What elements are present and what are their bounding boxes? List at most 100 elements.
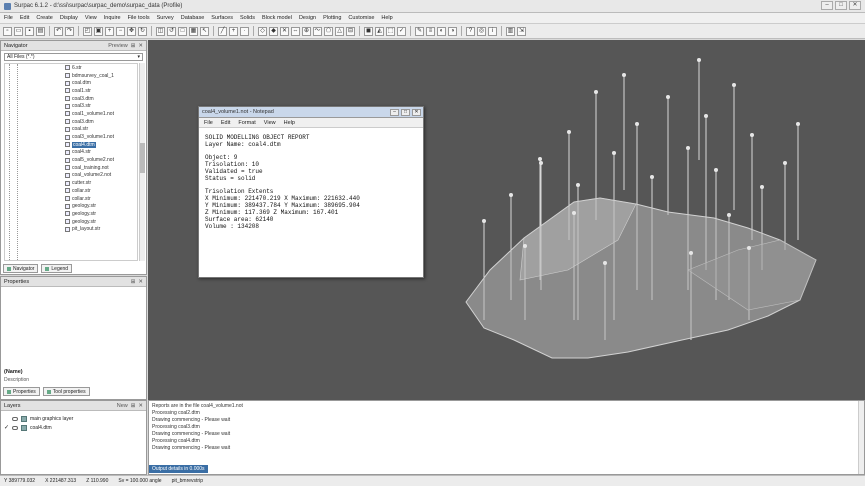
- file-item[interactable]: coal.str: [65, 126, 114, 134]
- collar-marker[interactable]: [697, 58, 701, 62]
- collar-marker[interactable]: [622, 73, 626, 77]
- tab-tool-properties[interactable]: Tool properties: [42, 387, 90, 396]
- volume-icon[interactable]: ⬚: [386, 26, 395, 36]
- file-item[interactable]: coal4.str: [65, 149, 114, 157]
- message-window[interactable]: Reports are in the file coal4_volume1.no…: [148, 400, 865, 475]
- clear-icon[interactable]: □: [178, 26, 187, 36]
- move-point-icon[interactable]: ⇔: [291, 26, 300, 36]
- collar-marker[interactable]: [704, 114, 708, 118]
- collar-marker[interactable]: [482, 219, 486, 223]
- collar-marker[interactable]: [727, 213, 731, 217]
- file-item[interactable]: pit_layout.str: [65, 225, 114, 233]
- file-item[interactable]: coal3_volume1.not: [65, 133, 114, 141]
- new-icon[interactable]: ▫: [3, 26, 12, 36]
- delete-point-icon[interactable]: ✕: [280, 26, 289, 36]
- pan-icon[interactable]: ✥: [127, 26, 136, 36]
- collar-marker[interactable]: [509, 193, 513, 197]
- collar-marker[interactable]: [538, 157, 542, 161]
- menu-plotting[interactable]: Plotting: [323, 15, 341, 21]
- file-item[interactable]: geology.str: [65, 210, 114, 218]
- file-item[interactable]: 6.str: [65, 64, 114, 72]
- close-icon[interactable]: ✕: [138, 279, 143, 285]
- report-menu-file[interactable]: File: [204, 120, 213, 126]
- close-button[interactable]: ✕: [412, 108, 421, 116]
- report-title-bar[interactable]: coal4_volume1.not - Notepad – □ ✕: [199, 107, 423, 118]
- collar-marker[interactable]: [650, 175, 654, 179]
- file-item[interactable]: coal_volume2.not: [65, 172, 114, 180]
- zoom-in-icon[interactable]: +: [105, 26, 114, 36]
- collar-marker[interactable]: [576, 183, 580, 187]
- open-icon[interactable]: ▭: [14, 26, 23, 36]
- collar-marker[interactable]: [603, 261, 607, 265]
- collar-marker[interactable]: [783, 161, 787, 165]
- scroll-thumb[interactable]: [140, 143, 145, 173]
- file-item[interactable]: coal3.dtm: [65, 95, 114, 103]
- edit-segment-icon[interactable]: ◆: [269, 26, 278, 36]
- menu-file-tools[interactable]: File tools: [128, 15, 150, 21]
- menu-create[interactable]: Create: [36, 15, 53, 21]
- file-item[interactable]: coal1_volume1.not: [65, 110, 114, 118]
- layer-row[interactable]: main graphics layer: [1, 414, 146, 423]
- collar-marker[interactable]: [567, 130, 571, 134]
- collar-marker[interactable]: [612, 151, 616, 155]
- solid-icon[interactable]: ◼: [364, 26, 373, 36]
- tab-properties[interactable]: Properties: [3, 387, 40, 396]
- menu-customise[interactable]: Customise: [348, 15, 374, 21]
- file-item[interactable]: coal1.str: [65, 87, 114, 95]
- maximize-button[interactable]: □: [401, 108, 410, 116]
- style-icon[interactable]: ≡: [426, 26, 435, 36]
- collar-marker[interactable]: [686, 146, 690, 150]
- query-icon[interactable]: ?: [466, 26, 475, 36]
- menu-inquire[interactable]: Inquire: [104, 15, 121, 21]
- color-icon[interactable]: ◐: [437, 26, 446, 36]
- collar-marker[interactable]: [689, 251, 693, 255]
- insert-point-icon[interactable]: ⊕: [302, 26, 311, 36]
- layer-checkbox[interactable]: ✓: [4, 424, 9, 431]
- zoom-out-icon[interactable]: −: [116, 26, 125, 36]
- edit-point-icon[interactable]: ◇: [258, 26, 267, 36]
- polygon-icon[interactable]: ⬠: [324, 26, 333, 36]
- file-item[interactable]: bdmsurvey_coal_1: [65, 72, 114, 80]
- menu-display[interactable]: Display: [60, 15, 78, 21]
- dtm-icon[interactable]: ◭: [375, 26, 384, 36]
- maximize-button[interactable]: □: [835, 1, 847, 10]
- tab-legend[interactable]: Legend: [41, 264, 73, 273]
- collar-marker[interactable]: [796, 122, 800, 126]
- globe-icon[interactable]: ◎: [477, 26, 486, 36]
- file-item[interactable]: geology.str: [65, 218, 114, 226]
- line-icon[interactable]: ╱: [218, 26, 227, 36]
- preview-label[interactable]: Preview: [108, 43, 128, 49]
- message-scrollbar[interactable]: [858, 401, 864, 474]
- file-item[interactable]: collar.str: [65, 195, 114, 203]
- menu-design[interactable]: Design: [299, 15, 316, 21]
- file-item[interactable]: collar.str: [65, 187, 114, 195]
- menu-block-model[interactable]: Block model: [262, 15, 292, 21]
- close-icon[interactable]: ✕: [138, 43, 143, 49]
- rotate-icon[interactable]: ↻: [138, 26, 147, 36]
- minimize-button[interactable]: –: [821, 1, 833, 10]
- collar-marker[interactable]: [572, 211, 576, 215]
- report-menu-view[interactable]: View: [264, 120, 276, 126]
- file-tree[interactable]: 6.str bdmsurvey_coal_1 coal.dtm coal1.str co…: [4, 63, 138, 261]
- menu-view[interactable]: View: [85, 15, 97, 21]
- file-item[interactable]: geology.str: [65, 202, 114, 210]
- menu-solids[interactable]: Solids: [240, 15, 255, 21]
- redo-icon[interactable]: ↷: [65, 26, 74, 36]
- undo-icon[interactable]: ↶: [54, 26, 63, 36]
- menu-help[interactable]: Help: [381, 15, 392, 21]
- string-icon[interactable]: 〜: [313, 26, 322, 36]
- new-layer-button[interactable]: New: [117, 403, 128, 409]
- collar-marker[interactable]: [666, 95, 670, 99]
- export-icon[interactable]: ⇲: [517, 26, 526, 36]
- zoom-window-icon[interactable]: ▣: [94, 26, 103, 36]
- collar-marker[interactable]: [747, 246, 751, 250]
- grid-icon[interactable]: ▦: [189, 26, 198, 36]
- print-icon[interactable]: ▤: [36, 26, 45, 36]
- tab-navigator[interactable]: Navigator: [3, 264, 39, 273]
- report-menu-format[interactable]: Format: [238, 120, 255, 126]
- plot-icon[interactable]: ▥: [506, 26, 515, 36]
- pin-icon[interactable]: ⊞: [131, 279, 136, 285]
- eye-icon[interactable]: [12, 425, 18, 430]
- section-icon[interactable]: ⊟: [346, 26, 355, 36]
- redraw-icon[interactable]: ↺: [167, 26, 176, 36]
